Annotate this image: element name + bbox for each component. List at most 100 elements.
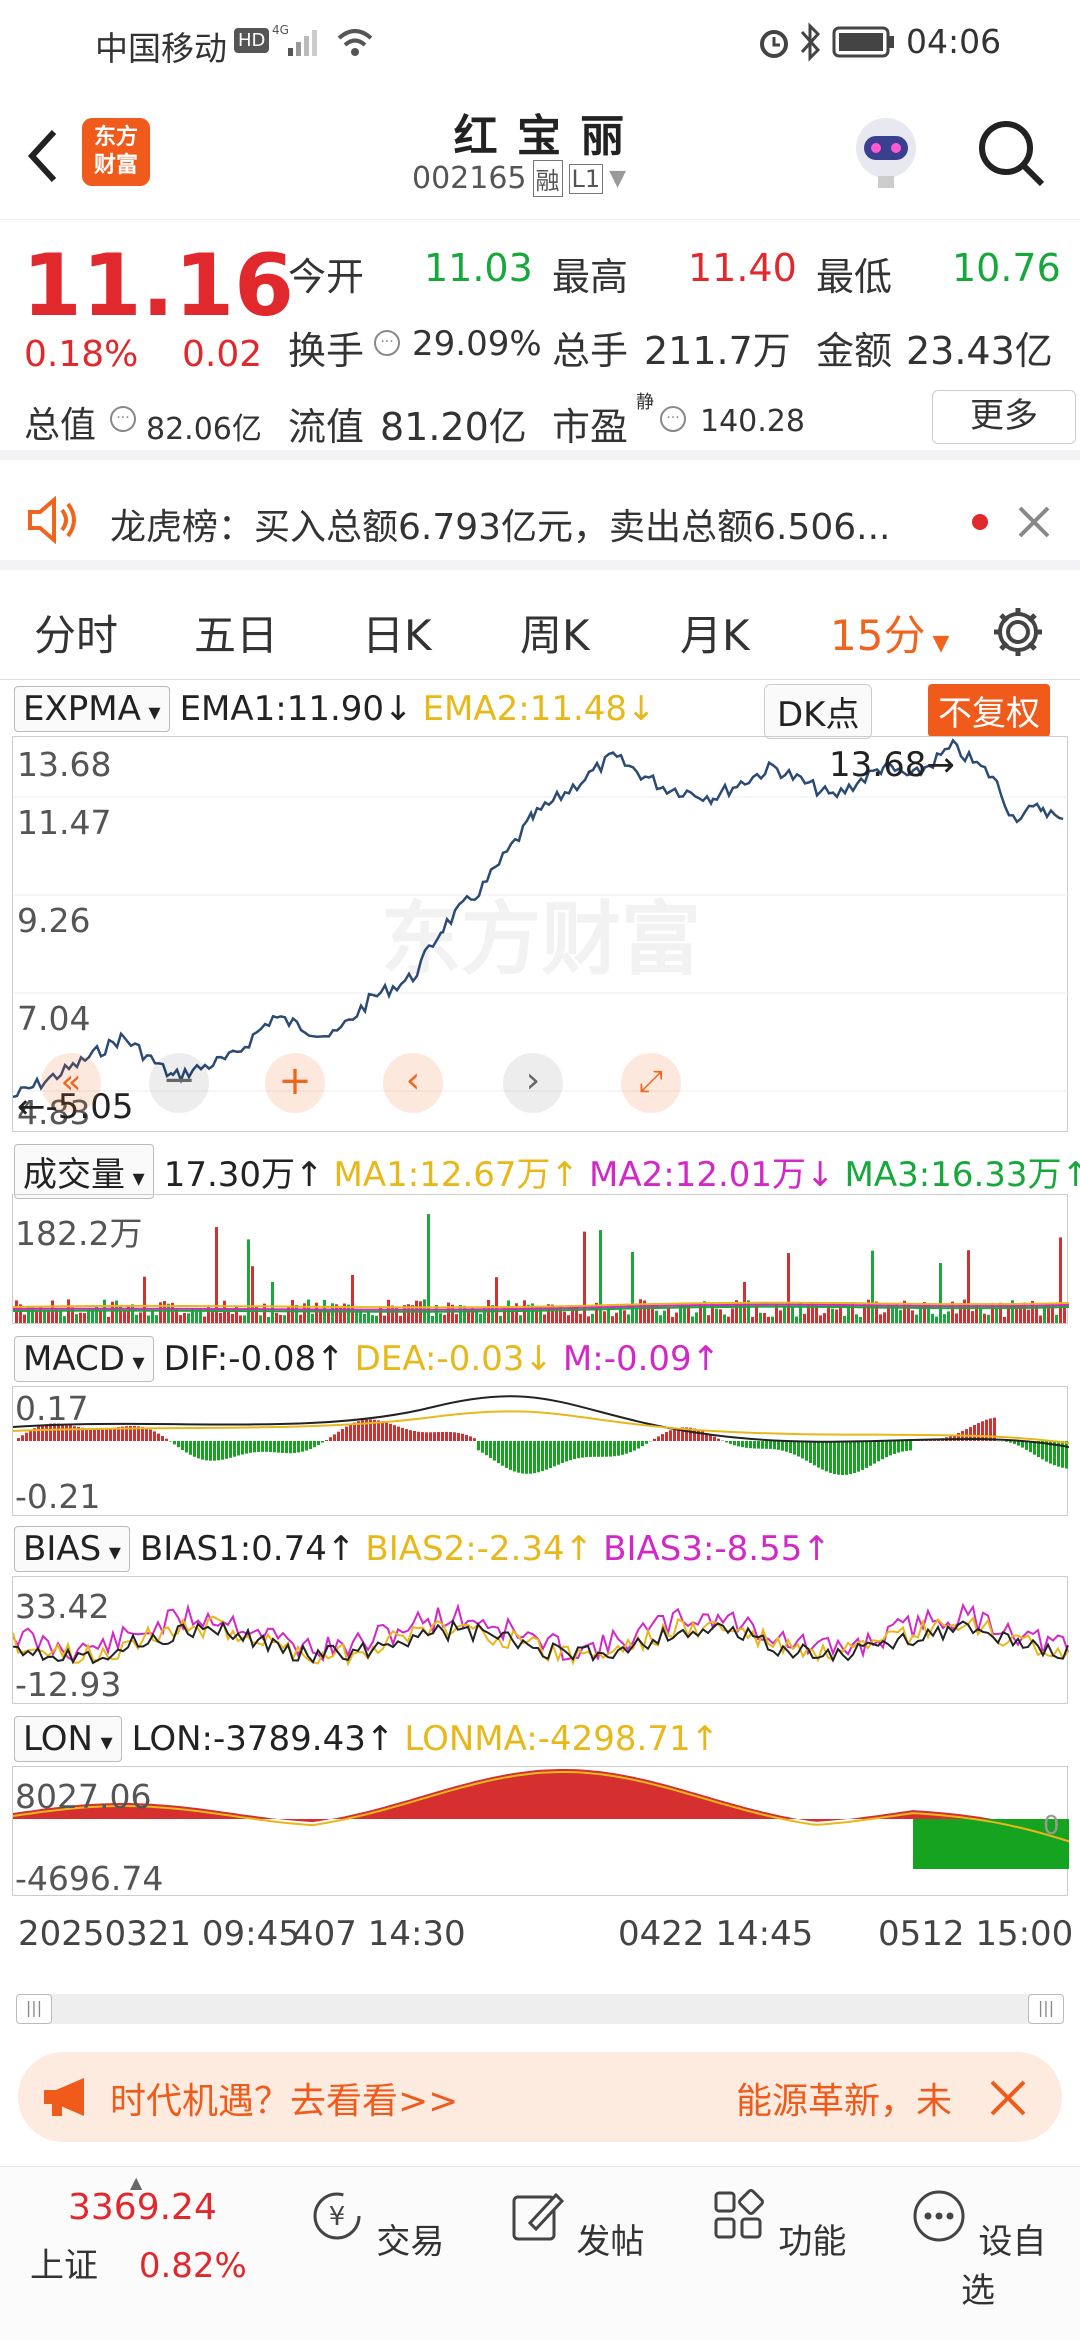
macd-bar	[981, 1421, 984, 1441]
macd-bar	[265, 1441, 268, 1452]
tab-intraday[interactable]: 分时	[34, 602, 118, 663]
nav-trade[interactable]: ¥ 交易	[306, 2187, 446, 2263]
period-tabs: 分时 五日 日K 周K 月K 15分 ▼	[0, 580, 1080, 680]
rewind-fast-icon[interactable]: «	[41, 1053, 101, 1113]
volume-bar	[915, 1314, 918, 1323]
macd-bar	[781, 1441, 784, 1451]
mktcap-value: 82.06亿	[146, 412, 262, 447]
index-expand-icon[interactable]: ▲	[130, 2173, 142, 2192]
zoom-out-icon[interactable]: −	[149, 1053, 209, 1113]
scroll-left-icon[interactable]: ‹	[383, 1053, 443, 1113]
chevron-down-icon[interactable]: ▼	[609, 166, 626, 191]
edit-icon	[512, 2192, 564, 2241]
dk-button[interactable]: DK点	[764, 684, 873, 739]
ad-close-icon[interactable]	[988, 2078, 1028, 2118]
turnover-info-icon[interactable]: ···	[374, 330, 400, 356]
volume-bar	[667, 1307, 670, 1323]
volume-bar	[579, 1313, 582, 1323]
tab-weekly-k[interactable]: 周K	[520, 602, 590, 663]
bias2-value: BIAS2:-2.34↑	[365, 1529, 594, 1569]
macd-bar	[765, 1441, 768, 1449]
volume-bar	[107, 1316, 110, 1323]
volume-bar	[203, 1316, 206, 1323]
lon-chart[interactable]: 8027.06 -4696.74 0	[12, 1766, 1070, 1898]
volume-bar	[627, 1314, 630, 1323]
macd-bar	[185, 1441, 188, 1453]
macd-bar	[109, 1428, 112, 1441]
tab-five-day[interactable]: 五日	[194, 602, 278, 663]
info-icon[interactable]: ···	[110, 406, 136, 432]
price-chart[interactable]: 东方财富 13.68 11.47 9.26 7.04 4.83 13.68→ ←…	[12, 736, 1069, 1132]
nav-post[interactable]: 发帖	[506, 2187, 646, 2263]
volume-bar	[115, 1300, 118, 1323]
macd-bar	[221, 1441, 224, 1460]
range-handle-left[interactable]: |||	[16, 1994, 52, 2024]
macd-chart[interactable]: 0.17 -0.21	[12, 1386, 1070, 1516]
macd-bar	[277, 1441, 280, 1453]
tab-monthly-k[interactable]: 月K	[680, 602, 750, 663]
lon-indicator-select[interactable]: LON	[14, 1716, 122, 1762]
pe-info-icon[interactable]: ···	[660, 406, 686, 432]
restore-rights-button[interactable]: 不复权	[928, 684, 1050, 737]
tab-daily-k[interactable]: 日K	[362, 602, 432, 663]
macd-bar	[985, 1419, 988, 1441]
volume-bar	[983, 1313, 986, 1323]
volume-value: 211.7万	[644, 329, 791, 373]
main-indicator-select[interactable]: EXPMA	[14, 686, 170, 732]
volume-chart[interactable]: 182.2万	[12, 1194, 1070, 1324]
macd-bar	[533, 1441, 536, 1474]
fullscreen-icon[interactable]: ⤢	[621, 1053, 681, 1113]
settings-gear-icon[interactable]	[990, 604, 1046, 660]
volume-bar	[659, 1315, 662, 1323]
carrier-label: 中国移动	[95, 29, 227, 68]
macd-bar	[497, 1441, 500, 1464]
volume-indicator-select[interactable]: 成交量	[14, 1144, 154, 1199]
volume-bar	[431, 1316, 434, 1323]
macd-bar	[197, 1441, 200, 1459]
macd-bar	[697, 1429, 700, 1441]
macd-bar	[333, 1434, 336, 1441]
bias-chart[interactable]: 33.42 -12.93	[12, 1576, 1069, 1704]
volume-bar	[163, 1301, 166, 1323]
robot-assistant-icon[interactable]	[846, 112, 926, 192]
volume-bar	[955, 1313, 958, 1323]
turnover-label: 换手	[288, 329, 365, 373]
ad-banner[interactable]: 时代机遇？去看看>> 能源革新，未	[18, 2052, 1062, 2142]
macd-bar	[553, 1441, 556, 1467]
volume-bar	[759, 1312, 762, 1323]
macd-bar	[189, 1441, 192, 1455]
bias-indicator-select[interactable]: BIAS	[14, 1526, 130, 1572]
dragon-tiger-notice[interactable]: 龙虎榜：买入总额6.793亿元，卖出总额6.506...	[0, 470, 1080, 570]
tab-15min[interactable]: 15分 ▼	[830, 602, 949, 663]
volume-bar	[143, 1276, 146, 1323]
zoom-in-icon[interactable]: +	[265, 1053, 325, 1113]
more-button[interactable]: 更多	[932, 390, 1076, 444]
macd-bar	[25, 1432, 28, 1441]
macd-bar	[241, 1441, 244, 1455]
signal-icon: 4G	[272, 23, 317, 56]
close-icon[interactable]	[1016, 504, 1052, 540]
range-scrollbar[interactable]: ||| |||	[16, 1994, 1064, 2024]
nav-post-label: 发帖	[576, 2222, 645, 2262]
macd-bar	[793, 1441, 796, 1455]
search-icon[interactable]	[976, 118, 1048, 190]
macd-indicator-select[interactable]: MACD	[14, 1336, 154, 1382]
volume-bar	[979, 1307, 982, 1323]
volume-bar	[675, 1312, 678, 1323]
macd-bar	[149, 1429, 152, 1441]
index-ticker[interactable]: 3369.24 上证 0.82%	[30, 2187, 290, 2287]
bias1-value: BIAS1:0.74↑	[139, 1529, 356, 1569]
pe-type: 静	[636, 392, 654, 413]
macd-bar	[245, 1441, 248, 1454]
volume-bar	[935, 1316, 938, 1323]
volume-bar	[519, 1315, 522, 1323]
chart-watermark: 东方财富	[381, 893, 701, 986]
macd-bar	[353, 1422, 356, 1441]
nav-functions[interactable]: 功能	[708, 2187, 848, 2263]
nav-watchlist[interactable]: 设自选	[908, 2187, 1048, 2312]
macd-bar	[485, 1441, 488, 1456]
macd-bar	[253, 1441, 256, 1453]
svg-text:¥: ¥	[328, 2202, 345, 2232]
scroll-right-icon[interactable]: ›	[503, 1053, 563, 1113]
range-handle-right[interactable]: |||	[1028, 1994, 1064, 2024]
